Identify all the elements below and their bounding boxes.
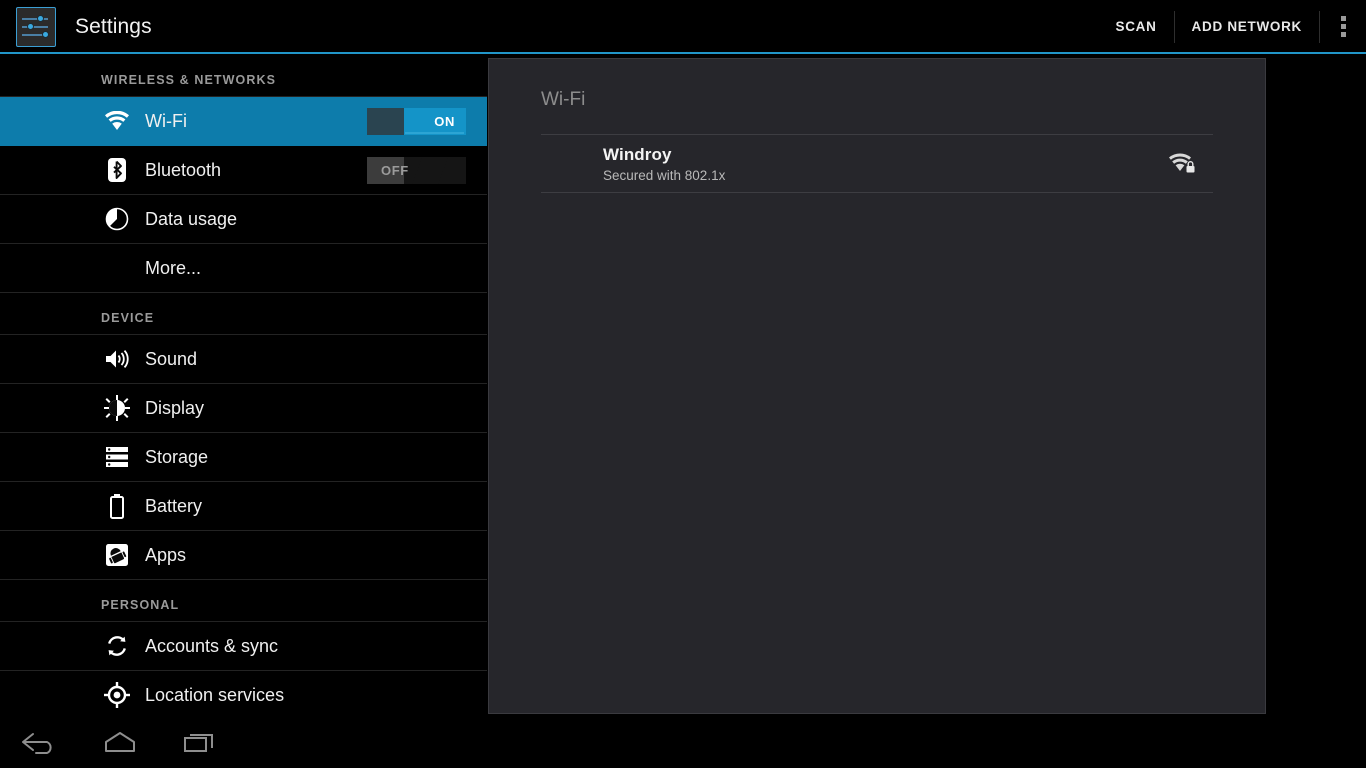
sidebar-item-wifi[interactable]: Wi-Fi ON (0, 97, 487, 146)
content-title: Wi-Fi (541, 89, 586, 110)
bluetooth-toggle[interactable]: OFF (367, 157, 466, 184)
section-header-personal: PERSONAL (0, 580, 487, 622)
wifi-content-panel: Wi-Fi Windroy Secured with 802.1x (488, 58, 1266, 714)
sidebar-item-location-services[interactable]: Location services (0, 671, 487, 715)
sidebar-item-label: Battery (145, 495, 203, 516)
accent-underline (0, 52, 1366, 54)
sidebar-item-storage[interactable]: Storage (0, 433, 487, 482)
system-nav-bar: 8:39 (0, 716, 1366, 768)
network-name: Windroy (603, 144, 672, 164)
bluetooth-toggle-label: OFF (381, 163, 409, 178)
add-network-button[interactable]: ADD NETWORK (1175, 10, 1319, 44)
sidebar-item-label: More... (145, 257, 202, 278)
section-header-wireless: WIRELESS & NETWORKS (0, 55, 487, 97)
list-item[interactable]: Windroy Secured with 802.1x (541, 135, 1213, 193)
sidebar-item-data-usage[interactable]: Data usage (0, 195, 487, 244)
page-title: Settings (75, 14, 152, 38)
network-security: Secured with 802.1x (603, 167, 726, 183)
apps-icon (103, 541, 131, 569)
sidebar-item-label: Storage (145, 446, 209, 467)
sidebar-item-label: Bluetooth (145, 159, 222, 180)
overflow-menu-icon[interactable] (1320, 0, 1366, 53)
sidebar-item-label: Wi-Fi (145, 110, 187, 131)
sidebar-item-label: Sound (145, 348, 198, 369)
location-icon (103, 681, 131, 709)
sidebar-item-label: Display (145, 397, 205, 418)
sidebar-item-accounts-sync[interactable]: Accounts & sync (0, 622, 487, 671)
sidebar-item-more[interactable]: More... (0, 244, 487, 293)
screen: Settings SCAN ADD NETWORK WIRELESS & NET… (0, 0, 1366, 768)
back-icon[interactable] (0, 716, 80, 768)
sync-icon (103, 632, 131, 660)
storage-icon (103, 443, 131, 471)
sidebar-item-apps[interactable]: Apps (0, 531, 487, 580)
sidebar-item-sound[interactable]: Sound (0, 335, 487, 384)
display-icon (103, 394, 131, 422)
battery-icon (103, 492, 131, 520)
settings-sidebar: WIRELESS & NETWORKS Wi-Fi ON Bluetooth O… (0, 55, 488, 715)
recent-apps-icon[interactable] (160, 716, 240, 768)
sidebar-item-battery[interactable]: Battery (0, 482, 487, 531)
sidebar-item-bluetooth[interactable]: Bluetooth OFF (0, 146, 487, 195)
sidebar-item-label: Data usage (145, 208, 238, 229)
sidebar-item-display[interactable]: Display (0, 384, 487, 433)
wifi-icon (103, 107, 131, 135)
home-icon[interactable] (80, 716, 160, 768)
scan-button[interactable]: SCAN (1098, 10, 1173, 44)
wifi-toggle-label: ON (434, 114, 455, 129)
action-bar-actions: SCAN ADD NETWORK (1098, 0, 1366, 53)
action-bar: Settings SCAN ADD NETWORK (0, 0, 1366, 53)
sidebar-item-label: Accounts & sync (145, 635, 279, 656)
settings-sliders-icon (16, 6, 56, 47)
wifi-toggle[interactable]: ON (367, 108, 466, 135)
data-usage-icon (103, 205, 131, 233)
wifi-network-list: Windroy Secured with 802.1x (541, 134, 1213, 193)
sidebar-item-label: Location services (145, 684, 285, 705)
bluetooth-icon (103, 156, 131, 184)
sound-icon (103, 345, 131, 373)
sidebar-item-label: Apps (145, 544, 187, 565)
wifi-secured-icon (1167, 149, 1197, 177)
section-header-device: DEVICE (0, 293, 487, 335)
